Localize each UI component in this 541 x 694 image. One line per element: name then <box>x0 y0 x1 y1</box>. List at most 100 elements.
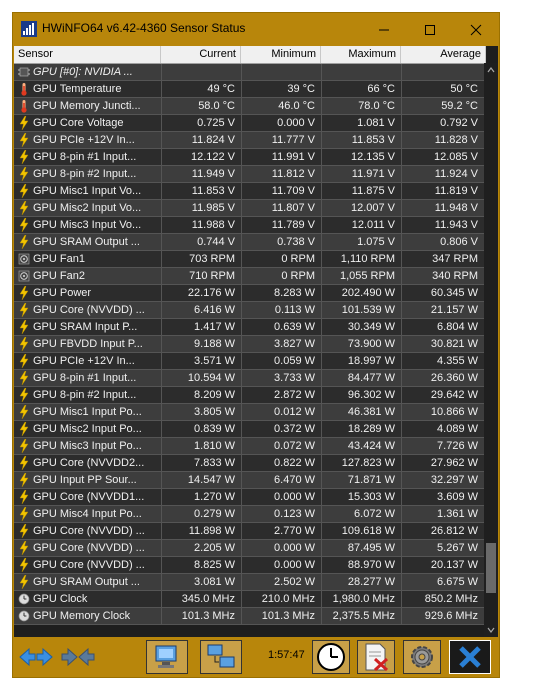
sensor-name: GPU Core Voltage <box>33 117 124 129</box>
column-header-maximum[interactable]: Maximum <box>321 46 401 63</box>
expand-button[interactable] <box>17 640 55 674</box>
network-button[interactable] <box>146 640 188 674</box>
maximum-value: 2,375.5 MHz <box>321 608 401 624</box>
close-icon <box>470 24 482 35</box>
minimum-value: 0.000 V <box>241 115 321 131</box>
minimum-value: 0.012 W <box>241 404 321 420</box>
maximum-value: 87.495 W <box>321 540 401 556</box>
vertical-scrollbar[interactable] <box>484 63 498 637</box>
sensor-row[interactable]: GPU Core Voltage 0.725 V 0.000 V 1.081 V 0.7… <box>14 115 484 132</box>
lightning-icon <box>18 336 30 352</box>
column-header-average[interactable]: Average <box>401 46 486 63</box>
sensor-row[interactable]: GPU Misc1 Input Po... 3.805 W 0.012 W 46.38… <box>14 404 484 421</box>
sensor-row[interactable]: GPU Misc4 Input Po... 0.279 W 0.123 W 6.072… <box>14 506 484 523</box>
sensor-row[interactable]: GPU Clock 345.0 MHz 210.0 MHz 1,980.0 MHz 85… <box>14 591 484 608</box>
sensor-row[interactable]: GPU Core (NVVDD1... 1.270 W 0.000 W 15.303 … <box>14 489 484 506</box>
expand-arrows-icon <box>19 647 53 667</box>
sensor-row[interactable]: GPU Core (NVVDD) ... 6.416 W 0.113 W 101.53… <box>14 302 484 319</box>
clock-icon <box>317 643 345 671</box>
sensor-row[interactable]: GPU Memory Juncti... 58.0 °C 46.0 °C 78.0 °… <box>14 98 484 115</box>
sensor-row[interactable]: GPU SRAM Output ... 3.081 W 2.502 W 28.277 … <box>14 574 484 591</box>
maximum-value: 1,110 RPM <box>321 251 401 267</box>
current-value: 7.833 W <box>161 455 241 471</box>
lightning-icon <box>18 302 30 318</box>
column-header-sensor[interactable]: Sensor <box>14 46 161 63</box>
sensor-row[interactable]: GPU 8-pin #2 Input... 8.209 W 2.872 W 96.30… <box>14 387 484 404</box>
sensor-row[interactable]: GPU 8-pin #1 Input... 12.122 V 11.991 V 12.… <box>14 149 484 166</box>
average-value: 11.948 V <box>401 200 484 216</box>
clock-icon <box>18 592 30 606</box>
current-value: 0.279 W <box>161 506 241 522</box>
column-header-minimum[interactable]: Minimum <box>241 46 321 63</box>
average-value: 5.267 W <box>401 540 484 556</box>
sensor-row[interactable]: GPU Power 22.176 W 8.283 W 202.490 W 60.345 … <box>14 285 484 302</box>
collapse-button[interactable] <box>59 640 97 674</box>
sensor-row[interactable]: GPU FBVDD Input P... 9.188 W 3.827 W 73.900… <box>14 336 484 353</box>
sensor-row[interactable]: GPU PCIe +12V In... 3.571 W 0.059 W 18.997 … <box>14 353 484 370</box>
sensor-row[interactable]: GPU PCIe +12V In... 11.824 V 11.777 V 11.85… <box>14 132 484 149</box>
maximize-button[interactable] <box>407 13 453 46</box>
two-computers-icon <box>207 644 235 668</box>
close-window-button[interactable] <box>453 13 499 46</box>
sensor-name: GPU Memory Clock <box>33 610 131 622</box>
maximum-value: 43.424 W <box>321 438 401 454</box>
minimize-button[interactable] <box>361 13 407 46</box>
lightning-icon <box>18 455 30 471</box>
sensor-name: GPU Clock <box>33 593 88 605</box>
title-bar[interactable]: HWiNFO64 v6.42-4360 Sensor Status <box>13 13 499 46</box>
sensor-name: GPU PCIe +12V In... <box>33 355 135 367</box>
column-header-current[interactable]: Current <box>161 46 241 63</box>
maximum-value: 28.277 W <box>321 574 401 590</box>
maximum-value: 1,055 RPM <box>321 268 401 284</box>
sensor-name: GPU SRAM Input P... <box>33 321 138 333</box>
lightning-icon <box>18 523 30 539</box>
settings-button[interactable] <box>403 640 441 674</box>
close-sensors-button[interactable] <box>449 640 491 674</box>
sensor-row[interactable]: GPU Core (NVVDD) ... 8.825 W 0.000 W 88.970… <box>14 557 484 574</box>
sensor-row[interactable]: GPU Fan2 710 RPM 0 RPM 1,055 RPM 340 RPM <box>14 268 484 285</box>
current-value: 3.571 W <box>161 353 241 369</box>
computer-network-icon <box>155 645 177 668</box>
sensor-row[interactable]: GPU Misc1 Input Vo... 11.853 V 11.709 V 11.… <box>14 183 484 200</box>
sensor-row[interactable]: GPU Misc3 Input Po... 1.810 W 0.072 W 43.42… <box>14 438 484 455</box>
reset-timer-button[interactable] <box>312 640 350 674</box>
scroll-down-button[interactable] <box>484 623 498 637</box>
sensor-row[interactable]: GPU Misc2 Input Vo... 11.985 V 11.807 V 12.… <box>14 200 484 217</box>
scroll-up-button[interactable] <box>484 63 498 77</box>
sensor-row[interactable]: GPU Temperature 49 °C 39 °C 66 °C 50 °C <box>14 81 484 98</box>
scrollbar-thumb[interactable] <box>486 543 496 593</box>
lightning-icon <box>18 404 30 420</box>
connect-button[interactable] <box>200 640 242 674</box>
sensor-row[interactable]: GPU Input PP Sour... 14.547 W 6.470 W 71.87… <box>14 472 484 489</box>
sensor-row[interactable]: GPU 8-pin #2 Input... 11.949 V 11.812 V 11.… <box>14 166 484 183</box>
average-value: 4.355 W <box>401 353 484 369</box>
maximum-value: 84.477 W <box>321 370 401 386</box>
sensor-row[interactable]: GPU Misc2 Input Po... 0.839 W 0.372 W 18.28… <box>14 421 484 438</box>
sensor-group-row[interactable]: GPU [#0]: NVIDIA ... <box>14 64 484 81</box>
lightning-icon <box>18 166 30 182</box>
current-value: 3.805 W <box>161 404 241 420</box>
sensor-row[interactable]: GPU Core (NVVDD2... 7.833 W 0.822 W 127.823… <box>14 455 484 472</box>
sensor-row[interactable]: GPU Core (NVVDD) ... 2.205 W 0.000 W 87.495… <box>14 540 484 557</box>
lightning-icon <box>18 574 30 590</box>
sensor-row[interactable]: GPU SRAM Output ... 0.744 V 0.738 V 1.075 V… <box>14 234 484 251</box>
sensor-status-window: HWiNFO64 v6.42-4360 Sensor Status Sensor… <box>12 12 500 678</box>
sensor-name: GPU Core (NVVDD) ... <box>33 542 145 554</box>
current-value: 6.416 W <box>161 302 241 318</box>
sensor-name: GPU Core (NVVDD) ... <box>33 525 145 537</box>
sensor-row[interactable]: GPU Core (NVVDD) ... 11.898 W 2.770 W 109.6… <box>14 523 484 540</box>
sensor-row[interactable]: GPU SRAM Input P... 1.417 W 0.639 W 30.349 … <box>14 319 484 336</box>
thermometer-icon <box>18 99 30 113</box>
sensor-row[interactable]: GPU Fan1 703 RPM 0 RPM 1,110 RPM 347 RPM <box>14 251 484 268</box>
sensor-row[interactable]: GPU Memory Clock 101.3 MHz 101.3 MHz 2,375.… <box>14 608 484 625</box>
minimum-value: 0.738 V <box>241 234 321 250</box>
maximum-value: 1.081 V <box>321 115 401 131</box>
maximum-value: 78.0 °C <box>321 98 401 114</box>
current-value: 1.270 W <box>161 489 241 505</box>
logging-button[interactable] <box>357 640 395 674</box>
average-value <box>401 64 484 80</box>
maximum-value: 46.381 W <box>321 404 401 420</box>
sensor-row[interactable]: GPU Misc3 Input Vo... 11.988 V 11.789 V 12.… <box>14 217 484 234</box>
sensor-row[interactable]: GPU 8-pin #1 Input... 10.594 W 3.733 W 84.4… <box>14 370 484 387</box>
sensor-name: GPU Misc1 Input Vo... <box>33 185 142 197</box>
